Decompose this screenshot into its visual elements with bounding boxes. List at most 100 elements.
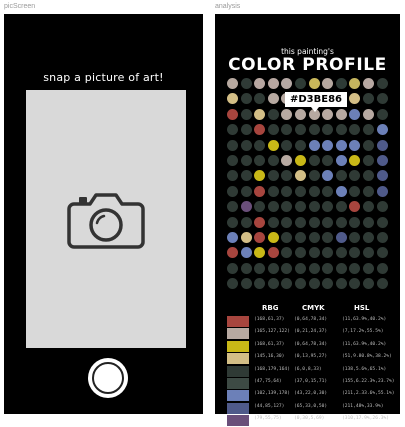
color-swatch[interactable] (295, 216, 306, 228)
color-swatch[interactable] (322, 262, 334, 274)
color-swatch[interactable] (295, 262, 306, 274)
color-swatch[interactable] (363, 108, 374, 120)
color-swatch[interactable] (322, 170, 334, 182)
color-swatch[interactable] (349, 93, 361, 105)
color-swatch[interactable] (227, 93, 238, 105)
color-swatch[interactable] (295, 78, 306, 89)
color-swatch[interactable] (335, 216, 347, 228)
color-swatch[interactable] (240, 216, 252, 228)
color-swatch[interactable] (322, 155, 334, 166)
color-swatch[interactable] (376, 124, 388, 136)
color-swatch[interactable] (227, 155, 238, 166)
color-swatch[interactable] (308, 232, 320, 243)
color-swatch[interactable] (349, 201, 361, 213)
color-swatch[interactable] (376, 155, 388, 166)
color-swatch[interactable] (308, 155, 320, 166)
color-swatch[interactable] (376, 170, 388, 182)
color-swatch[interactable] (322, 108, 334, 120)
color-swatch[interactable] (349, 78, 361, 89)
color-swatch[interactable] (267, 185, 279, 197)
color-swatch[interactable] (376, 139, 388, 151)
color-swatch[interactable] (281, 216, 293, 228)
color-swatch[interactable] (335, 262, 347, 274)
color-swatch[interactable] (308, 170, 320, 182)
color-swatch[interactable] (308, 262, 320, 274)
color-swatch[interactable] (349, 155, 361, 166)
color-swatch[interactable] (376, 93, 388, 105)
color-swatch[interactable] (254, 139, 266, 151)
camera-viewfinder[interactable] (26, 90, 186, 348)
color-swatch[interactable] (335, 170, 347, 182)
color-swatch[interactable] (295, 185, 306, 197)
color-swatch[interactable] (254, 201, 266, 213)
color-swatch[interactable] (281, 185, 293, 197)
color-swatch[interactable] (363, 278, 374, 290)
color-swatch[interactable] (267, 232, 279, 243)
color-swatch[interactable] (240, 124, 252, 136)
color-swatch[interactable] (240, 201, 252, 213)
color-swatch[interactable] (240, 78, 252, 89)
color-swatch[interactable] (376, 247, 388, 259)
color-swatch[interactable] (267, 139, 279, 151)
color-swatch[interactable] (254, 93, 266, 105)
color-swatch[interactable] (322, 247, 334, 259)
color-swatch[interactable] (295, 155, 306, 166)
color-swatch[interactable] (322, 124, 334, 136)
color-swatch[interactable] (363, 139, 374, 151)
color-swatch[interactable] (349, 247, 361, 259)
color-swatch[interactable] (349, 185, 361, 197)
color-swatch[interactable] (227, 201, 238, 213)
color-swatch[interactable] (349, 139, 361, 151)
color-swatch[interactable] (267, 170, 279, 182)
color-swatch[interactable] (227, 78, 238, 89)
color-swatch[interactable] (376, 185, 388, 197)
color-swatch[interactable] (267, 201, 279, 213)
color-swatch[interactable] (322, 185, 334, 197)
color-swatch[interactable] (363, 216, 374, 228)
color-swatch[interactable] (335, 232, 347, 243)
color-swatch[interactable] (295, 108, 306, 120)
color-swatch[interactable] (227, 247, 238, 259)
color-swatch[interactable] (349, 124, 361, 136)
color-swatch[interactable] (281, 139, 293, 151)
color-swatch[interactable] (240, 93, 252, 105)
color-swatch[interactable] (254, 232, 266, 243)
color-swatch[interactable] (240, 232, 252, 243)
color-swatch[interactable] (308, 278, 320, 290)
color-swatch[interactable] (295, 247, 306, 259)
color-swatch[interactable] (240, 247, 252, 259)
color-swatch[interactable] (335, 124, 347, 136)
color-swatch[interactable] (349, 170, 361, 182)
color-swatch[interactable] (376, 262, 388, 274)
color-swatch[interactable] (376, 232, 388, 243)
color-swatch[interactable] (376, 278, 388, 290)
color-swatch[interactable] (281, 232, 293, 243)
color-swatch[interactable] (363, 124, 374, 136)
color-swatch[interactable] (308, 124, 320, 136)
color-swatch[interactable] (281, 124, 293, 136)
color-swatch[interactable] (363, 247, 374, 259)
color-swatch[interactable] (376, 78, 388, 89)
color-swatch[interactable] (335, 185, 347, 197)
color-swatch[interactable] (240, 108, 252, 120)
color-swatch[interactable] (267, 155, 279, 166)
color-swatch[interactable] (267, 262, 279, 274)
color-swatch[interactable] (349, 232, 361, 243)
color-swatch[interactable] (281, 201, 293, 213)
color-swatch[interactable] (254, 262, 266, 274)
color-swatch[interactable] (308, 216, 320, 228)
color-swatch[interactable] (376, 216, 388, 228)
color-swatch[interactable] (335, 201, 347, 213)
color-swatch[interactable] (335, 108, 347, 120)
color-swatch[interactable] (363, 185, 374, 197)
color-swatch[interactable] (376, 201, 388, 213)
color-swatch[interactable] (227, 124, 238, 136)
color-swatch[interactable] (254, 155, 266, 166)
color-swatch[interactable] (267, 108, 279, 120)
color-swatch[interactable] (281, 78, 293, 89)
color-swatch[interactable] (240, 155, 252, 166)
color-swatch[interactable] (295, 201, 306, 213)
color-swatch[interactable] (295, 139, 306, 151)
color-swatch[interactable] (254, 216, 266, 228)
color-swatch[interactable] (281, 170, 293, 182)
